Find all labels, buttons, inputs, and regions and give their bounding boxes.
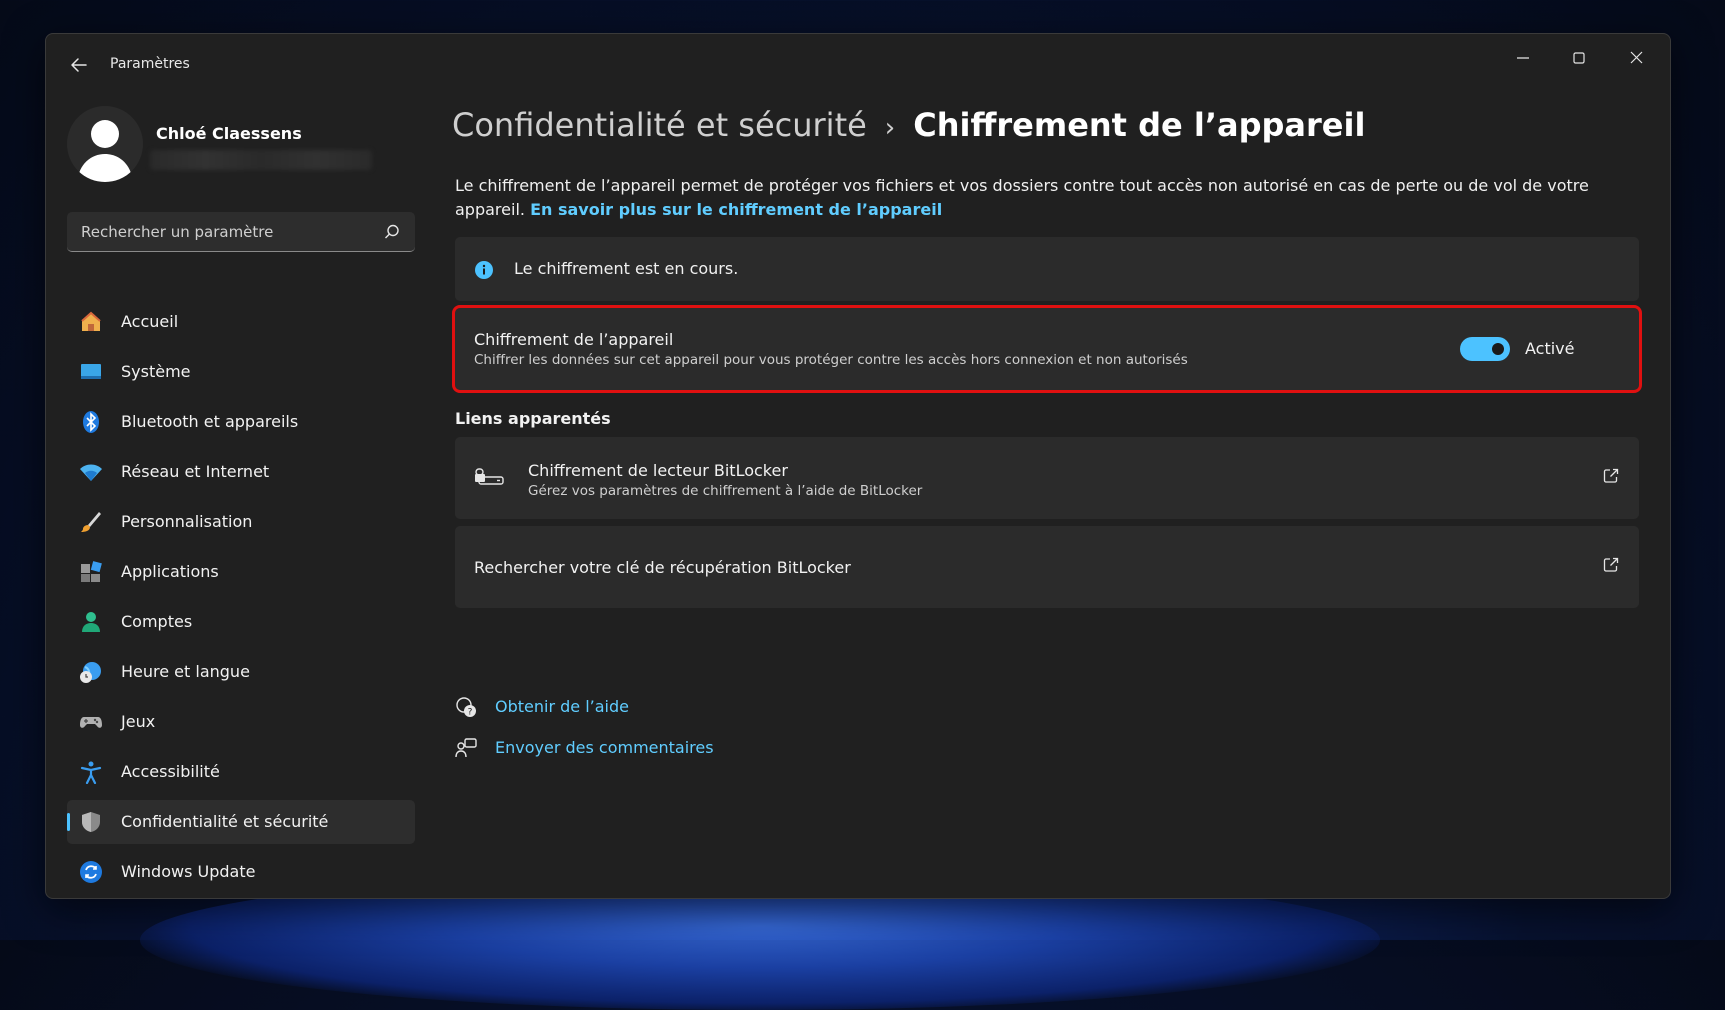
sidebar-item-windows-update[interactable]: Windows Update (67, 850, 415, 894)
user-email-blurred (150, 150, 372, 170)
sidebar-nav: Accueil Système Bluetooth et appareils R… (67, 300, 415, 898)
feedback-link[interactable]: Envoyer des commentaires (495, 738, 714, 757)
sidebar-item-accessibilite[interactable]: Accessibilité (67, 750, 415, 794)
minimize-icon[interactable] (1503, 44, 1543, 72)
sidebar-item-accueil[interactable]: Accueil (67, 300, 415, 344)
sidebar-item-confidentialite[interactable]: Confidentialité et sécurité (67, 800, 415, 844)
bitlocker-link-card[interactable]: Chiffrement de lecteur BitLocker Gérez v… (455, 437, 1639, 519)
search-box[interactable]: Rechercher un paramètre (67, 212, 415, 252)
gamepad-icon (80, 717, 102, 728)
toggle-knob (1492, 343, 1504, 355)
recovery-key-link-title: Rechercher votre clé de récupération Bit… (474, 558, 851, 577)
sidebar-item-label: Personnalisation (121, 512, 253, 531)
close-icon[interactable] (1616, 44, 1656, 72)
sidebar-item-label: Applications (121, 562, 219, 581)
shield-icon (82, 812, 100, 832)
account-icon (82, 612, 100, 632)
page-title: Chiffrement de l’appareil (913, 106, 1366, 144)
accessibility-icon (80, 761, 102, 784)
help-chat-icon: ? (456, 697, 476, 718)
sidebar-item-bluetooth[interactable]: Bluetooth et appareils (67, 400, 415, 444)
learn-more-link[interactable]: En savoir plus sur le chiffrement de l’a… (530, 200, 942, 219)
maximize-icon[interactable] (1559, 44, 1599, 72)
bluetooth-icon (83, 411, 99, 433)
info-message: Le chiffrement est en cours. (514, 259, 739, 278)
update-icon (80, 861, 102, 883)
sidebar-item-label: Confidentialité et sécurité (121, 812, 329, 831)
apps-icon (81, 561, 102, 582)
app-title: Paramètres (110, 56, 190, 72)
encryption-toggle[interactable] (1460, 337, 1510, 361)
avatar[interactable] (67, 106, 143, 182)
bitlocker-link-subtitle: Gérez vos paramètres de chiffrement à l’… (528, 483, 923, 499)
info-icon (475, 261, 493, 279)
globe-clock-icon (80, 662, 101, 683)
recovery-key-link-card[interactable]: Rechercher votre clé de récupération Bit… (455, 526, 1639, 608)
user-name: Chloé Claessens (156, 124, 302, 143)
title-bar: Paramètres (46, 34, 1670, 92)
sidebar-item-heure-langue[interactable]: Heure et langue (67, 650, 415, 694)
sidebar-item-comptes[interactable]: Comptes (67, 600, 415, 644)
sidebar-item-systeme[interactable]: Système (67, 350, 415, 394)
user-silhouette-icon (77, 120, 133, 182)
back-arrow-icon[interactable] (64, 50, 94, 80)
feedback-icon (455, 738, 477, 758)
monitor-icon (81, 364, 101, 379)
home-icon (81, 311, 101, 331)
sidebar-item-label: Jeux (121, 712, 156, 731)
sidebar-item-label: Comptes (121, 612, 193, 631)
wifi-icon (80, 464, 102, 481)
sidebar-item-label: Bluetooth et appareils (121, 412, 299, 431)
breadcrumb-parent[interactable]: Confidentialité et sécurité (452, 106, 867, 144)
get-help-link[interactable]: Obtenir de l’aide (495, 697, 629, 716)
bitlocker-link-title: Chiffrement de lecteur BitLocker (528, 461, 788, 480)
settings-window: Paramètres Chloé Claessens Rechercher un… (45, 33, 1671, 899)
sidebar-item-label: Accessibilité (121, 762, 220, 781)
external-link-icon (1603, 557, 1619, 572)
breadcrumb-chevron-icon: › (884, 113, 896, 143)
search-icon[interactable] (383, 223, 401, 241)
page-description: Le chiffrement de l’appareil permet de p… (455, 174, 1635, 222)
sidebar-item-label: Accueil (121, 312, 179, 331)
info-banner: Le chiffrement est en cours. (455, 237, 1639, 301)
sidebar-item-personnalisation[interactable]: Personnalisation (67, 500, 415, 544)
drive-lock-icon (475, 468, 504, 485)
sidebar-item-label: Système (121, 362, 191, 381)
toggle-state-label: Activé (1525, 339, 1575, 358)
external-link-icon (1603, 468, 1619, 483)
sidebar-item-jeux[interactable]: Jeux (67, 700, 415, 744)
svg-text:?: ? (468, 708, 473, 718)
sidebar-item-label: Windows Update (121, 862, 256, 881)
breadcrumb: Confidentialité et sécurité › Chiffrement … (452, 106, 1365, 144)
brush-icon (81, 512, 101, 532)
encryption-subtitle: Chiffrer les données sur cet appareil po… (474, 352, 1188, 368)
sidebar-item-applications[interactable]: Applications (67, 550, 415, 594)
encryption-title: Chiffrement de l’appareil (474, 330, 674, 349)
search-input[interactable]: Rechercher un paramètre (81, 223, 273, 241)
device-encryption-card: Chiffrement de l’appareil Chiffrer les d… (452, 305, 1642, 393)
sidebar-item-label: Heure et langue (121, 662, 250, 681)
related-links-heading: Liens apparentés (455, 409, 611, 428)
sidebar-item-label: Réseau et Internet (121, 462, 270, 481)
sidebar-item-reseau[interactable]: Réseau et Internet (67, 450, 415, 494)
